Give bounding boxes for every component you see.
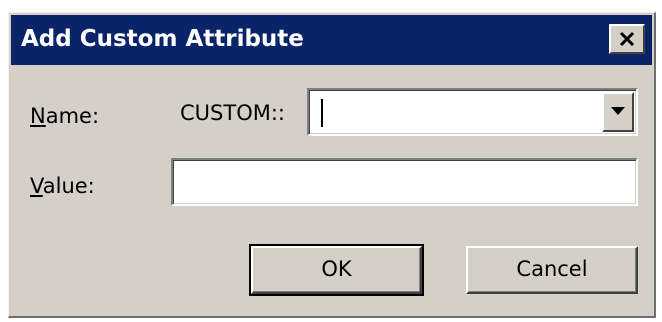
name-dropdown-button[interactable] <box>602 92 634 132</box>
name-input[interactable] <box>313 94 601 130</box>
value-label: Value: <box>30 173 95 199</box>
add-custom-attribute-dialog: Add Custom Attribute Name: CUSTOM:: Valu… <box>8 12 656 318</box>
close-button[interactable] <box>609 24 645 54</box>
chevron-down-icon <box>611 107 625 115</box>
value-label-text: Value: <box>30 174 95 198</box>
ok-button[interactable]: OK <box>249 244 424 296</box>
close-icon <box>619 31 635 47</box>
name-prefix: CUSTOM:: <box>180 101 285 125</box>
cancel-button[interactable]: Cancel <box>466 246 638 294</box>
text-caret <box>321 99 323 127</box>
name-label-text: Name: <box>30 104 100 128</box>
title-bar[interactable]: Add Custom Attribute <box>11 15 652 65</box>
name-label: Name: <box>30 103 99 129</box>
name-combobox[interactable] <box>307 88 638 136</box>
dialog-title: Add Custom Attribute <box>21 26 304 52</box>
value-field[interactable] <box>171 158 638 206</box>
value-input[interactable] <box>177 164 635 200</box>
